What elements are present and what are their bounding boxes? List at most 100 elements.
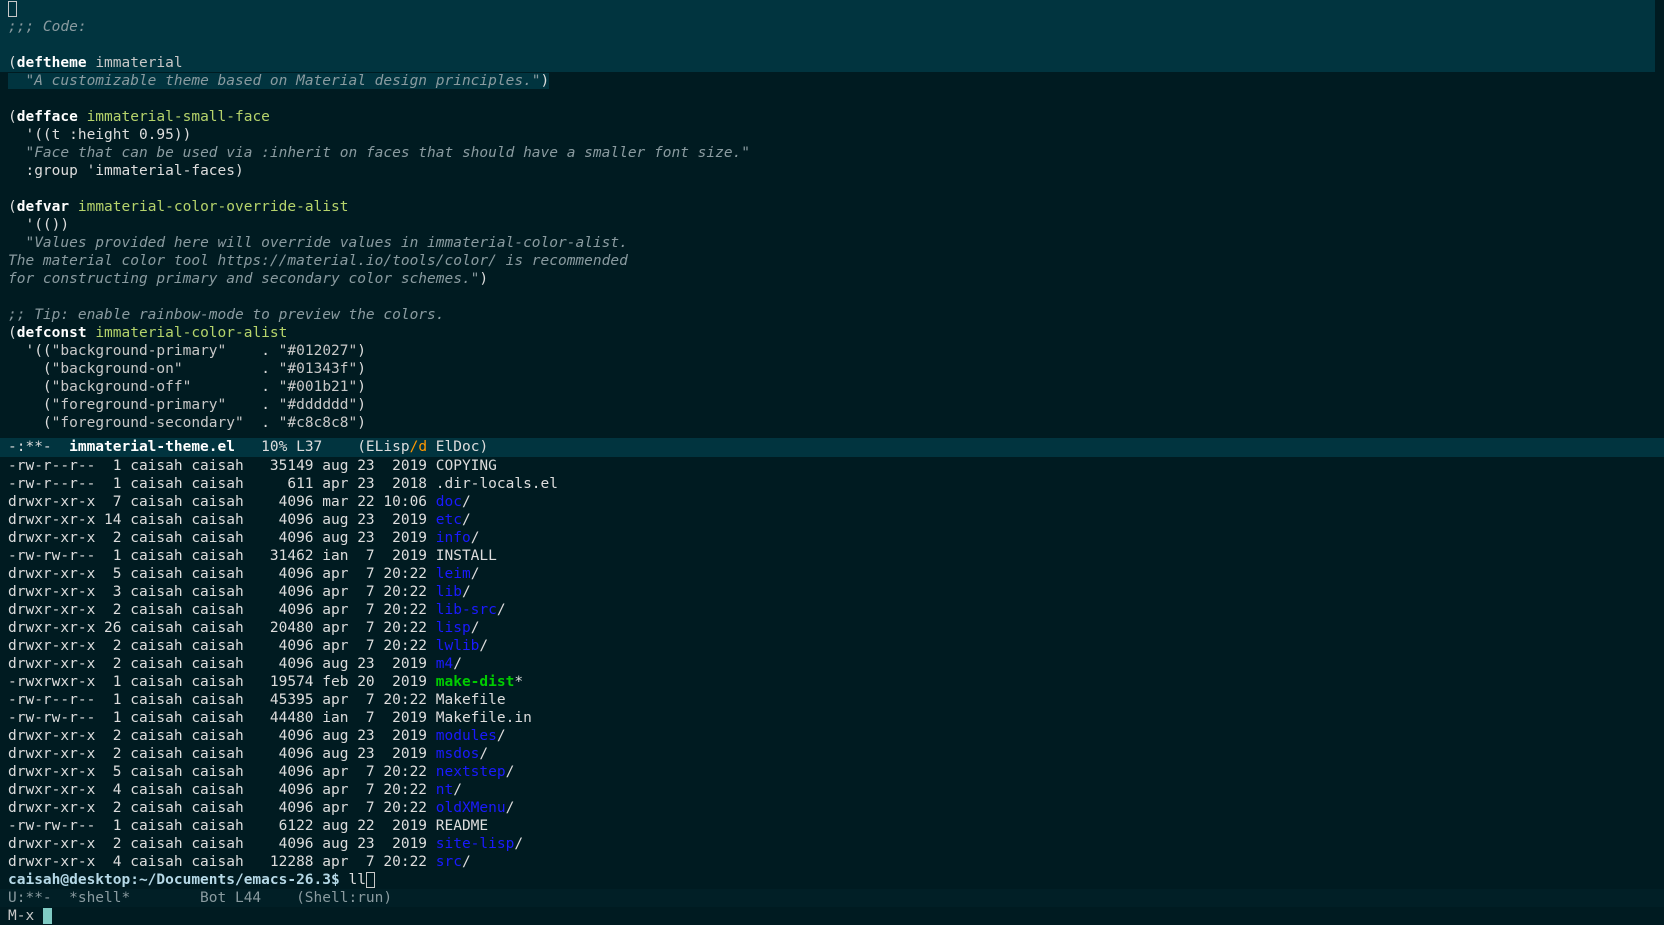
defconst-keyword: defconst [16,325,87,341]
shell-command-input[interactable]: ll [340,872,365,888]
listing-meta: -rw-r--r-- 1 caisah caisah 35149 aug 23 … [8,458,436,474]
listing-row: -rw-r--r-- 1 caisah caisah 611 apr 23 20… [0,475,1664,493]
shell-prompt: caisah@desktop:~/Documents/emacs-26.3$ [8,872,340,888]
defface-group: :group 'immaterial-faces) [25,163,244,179]
editor-window[interactable]: ;;; Code: (deftheme immaterial "A custom… [0,0,1664,438]
listing-file-name: .dir-locals.el [435,476,558,492]
code-line: (defconst immaterial-color-alist [8,325,288,341]
mode-line-inactive[interactable]: U:**- *shell* Bot L44 (Shell:run) [0,889,1664,907]
shell-prompt-line[interactable]: caisah@desktop:~/Documents/emacs-26.3$ l… [0,871,1664,889]
defvar-docstring-3: for constructing primary and secondary c… [8,271,480,287]
listing-meta: drwxr-xr-x 2 caisah caisah 4096 aug 23 2… [8,836,436,852]
defvar-name: immaterial-color-override-alist [77,199,349,215]
listing-dir-name: lib-src [435,602,497,618]
listing-meta: drwxr-xr-x 26 caisah caisah 20480 apr 7 … [8,620,436,636]
listing-row: drwxr-xr-x 4 caisah caisah 4096 apr 7 20… [0,781,1664,799]
code-line [0,36,1655,54]
listing-suffix: / [496,728,506,744]
code-header-comment: ;;; Code: [8,19,87,35]
code-line: :group 'immaterial-faces) [0,162,1664,180]
color-entry-dot: . [182,361,279,377]
color-entry-key: "background-off" [51,379,192,395]
listing-meta: drwxr-xr-x 3 caisah caisah 4096 apr 7 20… [8,584,436,600]
color-entry-value: "#012027" [278,343,358,359]
listing-dir-name: modules [435,728,497,744]
listing-row: drwxr-xr-x 2 caisah caisah 4096 apr 7 20… [0,637,1664,655]
listing-file-name: README [435,818,489,834]
mode-line-minor-mode[interactable]: ElDoc) [427,439,488,455]
defvar-value: '(()) [25,217,70,233]
color-entry-suffix: ) [357,415,366,431]
listing-file-name: make-dist [435,674,515,690]
listing-suffix: / [470,566,480,582]
listing-row: drwxr-xr-x 2 caisah caisah 4096 aug 23 2… [0,835,1664,853]
minibuffer[interactable]: M-x [0,907,1664,925]
defface-docstring: "Face that can be used via :inherit on f… [25,145,751,161]
color-entry-value: "#01343f" [278,361,358,377]
mode-line-status: -:**- [8,439,70,455]
shell-window[interactable]: -rw-r--r-- 1 caisah caisah 35149 aug 23 … [0,457,1664,889]
color-alist-entry: '(("background-primary" . "#012027") [0,342,1664,360]
defconst-name: immaterial-color-alist [95,325,288,341]
listing-suffix: / [479,638,489,654]
listing-row: drwxr-xr-x 14 caisah caisah 4096 aug 23 … [0,511,1664,529]
defface-keyword: defface [16,109,78,125]
listing-suffix: / [496,602,506,618]
color-entry-prefix: ( [25,397,52,413]
code-line: "Face that can be used via :inherit on f… [0,144,1664,162]
listing-suffix: / [453,782,462,798]
listing-suffix: / [470,530,480,546]
listing-dir-name: nt [435,782,454,798]
mode-line-shell-text: U:**- *shell* Bot L44 (Shell:run) [8,890,393,906]
listing-dir-name: site-lisp [435,836,515,852]
listing-row: drwxr-xr-x 3 caisah caisah 4096 apr 7 20… [0,583,1664,601]
defvar-keyword: defvar [16,199,70,215]
color-entry-prefix: ( [25,379,52,395]
listing-suffix: / [453,656,462,672]
color-entry-key: "background-on" [51,361,183,377]
color-entry-suffix: ) [357,361,366,377]
listing-dir-name: leim [435,566,471,582]
listing-row: drwxr-xr-x 7 caisah caisah 4096 mar 22 1… [0,493,1664,511]
color-entry-value: "#001b21" [278,379,358,395]
listing-meta: drwxr-xr-x 2 caisah caisah 4096 apr 7 20… [8,602,436,618]
listing-row: drwxr-xr-x 5 caisah caisah 4096 apr 7 20… [0,763,1664,781]
shell-cursor [365,872,375,888]
color-entry-suffix: ) [357,343,366,359]
color-entry-value: "#c8c8c8" [278,415,358,431]
code-line: '(()) [0,216,1664,234]
mode-line-buffer-name[interactable]: immaterial-theme.el [69,439,235,455]
listing-meta: drwxr-xr-x 5 caisah caisah 4096 apr 7 20… [8,764,436,780]
listing-meta: drwxr-xr-x 2 caisah caisah 4096 aug 23 2… [8,656,436,672]
listing-meta: drwxr-xr-x 2 caisah caisah 4096 aug 23 2… [8,728,436,744]
defvar-docstring-1: "Values provided here will override valu… [25,235,628,251]
listing-meta: -rw-r--r-- 1 caisah caisah 45395 apr 7 2… [8,692,436,708]
listing-row: drwxr-xr-x 5 caisah caisah 4096 apr 7 20… [0,565,1664,583]
code-line: for constructing primary and secondary c… [8,271,489,287]
directory-listing: -rw-r--r-- 1 caisah caisah 35149 aug 23 … [0,457,1664,871]
listing-suffix: / [461,512,471,528]
code-line: The material color tool https://material… [0,252,1664,270]
color-entry-prefix: ( [25,361,52,377]
listing-row: drwxr-xr-x 4 caisah caisah 12288 apr 7 2… [0,853,1664,871]
tip-comment: ;; Tip: enable rainbow-mode to preview t… [8,307,445,323]
color-entry-key: "foreground-primary" [51,397,227,413]
listing-dir-name: msdos [435,746,480,762]
listing-meta: drwxr-xr-x 2 caisah caisah 4096 aug 23 2… [8,746,436,762]
listing-meta: -rwxrwxr-x 1 caisah caisah 19574 feb 20 … [8,674,436,690]
color-entry-dot: . [226,343,279,359]
color-alist-entry: ("foreground-primary" . "#dddddd") [0,396,1664,414]
listing-row: drwxr-xr-x 2 caisah caisah 4096 aug 23 2… [0,727,1664,745]
listing-meta: -rw-rw-r-- 1 caisah caisah 44480 ian 7 2… [8,710,436,726]
mode-line-active[interactable]: -:**- immaterial-theme.el 10% L37 (ELisp… [0,438,1664,457]
mode-line-major-mode[interactable]: (ELisp [357,439,409,455]
listing-suffix: / [461,584,471,600]
color-alist: '(("background-primary" . "#012027") ("b… [0,342,1664,432]
listing-suffix: / [505,764,515,780]
listing-dir-name: doc [435,494,462,510]
listing-meta: drwxr-xr-x 2 caisah caisah 4096 aug 23 2… [8,530,436,546]
color-entry-suffix: ) [357,379,366,395]
minibuffer-cursor [42,908,52,924]
listing-dir-name: m4 [435,656,454,672]
